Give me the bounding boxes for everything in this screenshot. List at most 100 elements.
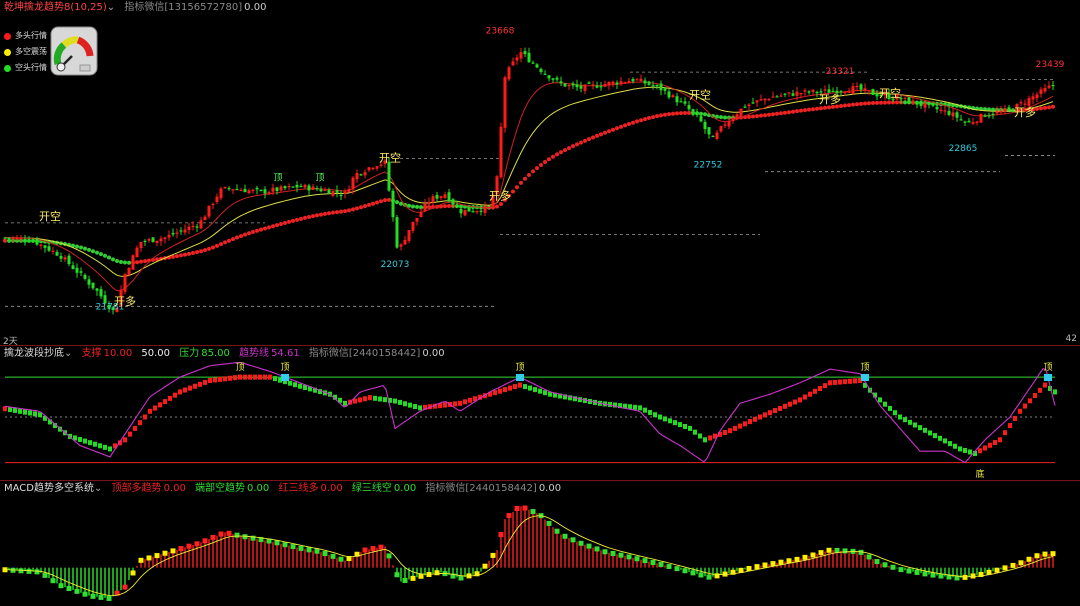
ma-long-dot	[311, 214, 315, 219]
macd-dif-block	[778, 559, 784, 565]
candle-body	[283, 186, 287, 189]
wave-block	[763, 412, 767, 418]
main-indicator-title[interactable]: 乾坤擒龙趋势8(10,25)	[4, 2, 107, 13]
candle-body	[555, 77, 559, 80]
wave-block	[103, 444, 107, 450]
wave-block	[123, 437, 127, 443]
wave-block	[233, 375, 237, 381]
ma-long-dot	[815, 106, 819, 111]
candle-body	[863, 88, 867, 91]
candle-body	[311, 186, 315, 190]
ma-long-dot	[515, 185, 519, 190]
wave-block	[93, 441, 97, 447]
ma-long-dot	[251, 230, 255, 235]
price-extreme-label: 23321	[826, 67, 855, 77]
ma-long-dot	[359, 205, 363, 210]
chevron-down-icon[interactable]: ⌄	[64, 348, 72, 359]
ma-long-dot	[787, 110, 791, 115]
candle-body	[255, 187, 259, 190]
ma-long-dot	[683, 110, 687, 115]
chevron-down-icon[interactable]: ⌄	[94, 483, 102, 494]
macd-dif-block	[218, 531, 224, 537]
candle-body	[279, 186, 283, 191]
wave-block	[393, 398, 397, 404]
macd-dif-block	[882, 562, 888, 568]
candle-body	[359, 174, 363, 176]
candle-body	[303, 184, 307, 188]
trade-signal-label: 开多	[1014, 105, 1036, 119]
macd-dif-block	[594, 546, 600, 552]
macd-dif-block	[306, 547, 312, 553]
candle-body	[59, 256, 63, 259]
wave-block	[418, 405, 422, 411]
ma-long-dot	[871, 101, 875, 106]
price-extreme-label: 22073	[381, 260, 410, 270]
candle-body	[403, 239, 407, 245]
candle-body	[635, 79, 639, 81]
wave-block	[933, 433, 937, 439]
ma-mid-line	[5, 86, 1054, 277]
ma-long-dot	[631, 120, 635, 125]
candle-body	[423, 203, 427, 212]
candle-body	[387, 161, 391, 191]
macd-dif-block	[866, 554, 872, 560]
ma-long-dot	[783, 110, 787, 115]
macd-dif-block	[90, 593, 96, 599]
candle-body	[331, 190, 335, 196]
macd-dif-block	[674, 566, 680, 572]
candle-body	[47, 246, 51, 251]
candle-body	[575, 84, 579, 88]
candle-body	[743, 106, 747, 108]
ma-long-dot	[351, 207, 355, 212]
candle-body	[391, 190, 395, 218]
macd-dif-block	[1050, 551, 1056, 557]
chevron-down-icon[interactable]: ⌄	[107, 2, 115, 13]
candle-body	[963, 121, 967, 123]
ma-long-dot	[447, 203, 451, 208]
macd-indicator-title[interactable]: MACD趋势多空系统	[4, 483, 94, 494]
candle-body	[867, 90, 871, 92]
ma-long-dot	[1051, 104, 1055, 109]
legend-item-bull: 多头行情	[4, 28, 47, 44]
macd-dif-block	[626, 554, 632, 560]
wave-block	[998, 437, 1002, 443]
candle-body	[151, 237, 155, 243]
ma-long-dot	[91, 249, 95, 254]
ma-long-dot	[335, 210, 339, 215]
candle-body	[623, 82, 627, 84]
candle-body	[775, 96, 779, 98]
candle-body	[507, 67, 511, 80]
macd-dif-block	[202, 538, 208, 544]
candle-body	[263, 189, 267, 194]
ma-long-dot	[99, 252, 103, 257]
wave-trend-value: 54.61	[271, 348, 300, 359]
ma-long-dot	[675, 111, 679, 116]
macd-dif-block	[506, 513, 512, 519]
candle-body	[703, 121, 707, 130]
macd-dif-block	[386, 553, 392, 559]
candle-body	[511, 61, 515, 66]
wave-block	[13, 407, 17, 413]
macd-dif-block	[546, 520, 552, 526]
main-corner-left: 2天	[3, 337, 18, 345]
candle-body	[915, 101, 919, 105]
candle-body	[1035, 94, 1039, 99]
wave-block	[288, 380, 292, 386]
candle-body	[191, 225, 195, 228]
candle-body	[647, 81, 651, 85]
wave-block	[198, 381, 202, 387]
ma-long-dot	[887, 100, 891, 105]
wave-block	[963, 447, 967, 453]
macd-dif-block	[650, 559, 656, 565]
candle-body	[87, 279, 91, 285]
wave-indicator-title[interactable]: 擒龙波段抄底	[4, 348, 64, 359]
wave-block	[18, 408, 22, 414]
ma-long-dot	[367, 202, 371, 207]
ma-long-dot	[575, 142, 579, 147]
wave-block	[893, 410, 897, 416]
ma-long-dot	[755, 114, 759, 119]
ma-long-dot	[555, 152, 559, 157]
wave-block	[168, 395, 172, 401]
ma-long-dot	[303, 215, 307, 220]
candle-body	[455, 204, 459, 207]
